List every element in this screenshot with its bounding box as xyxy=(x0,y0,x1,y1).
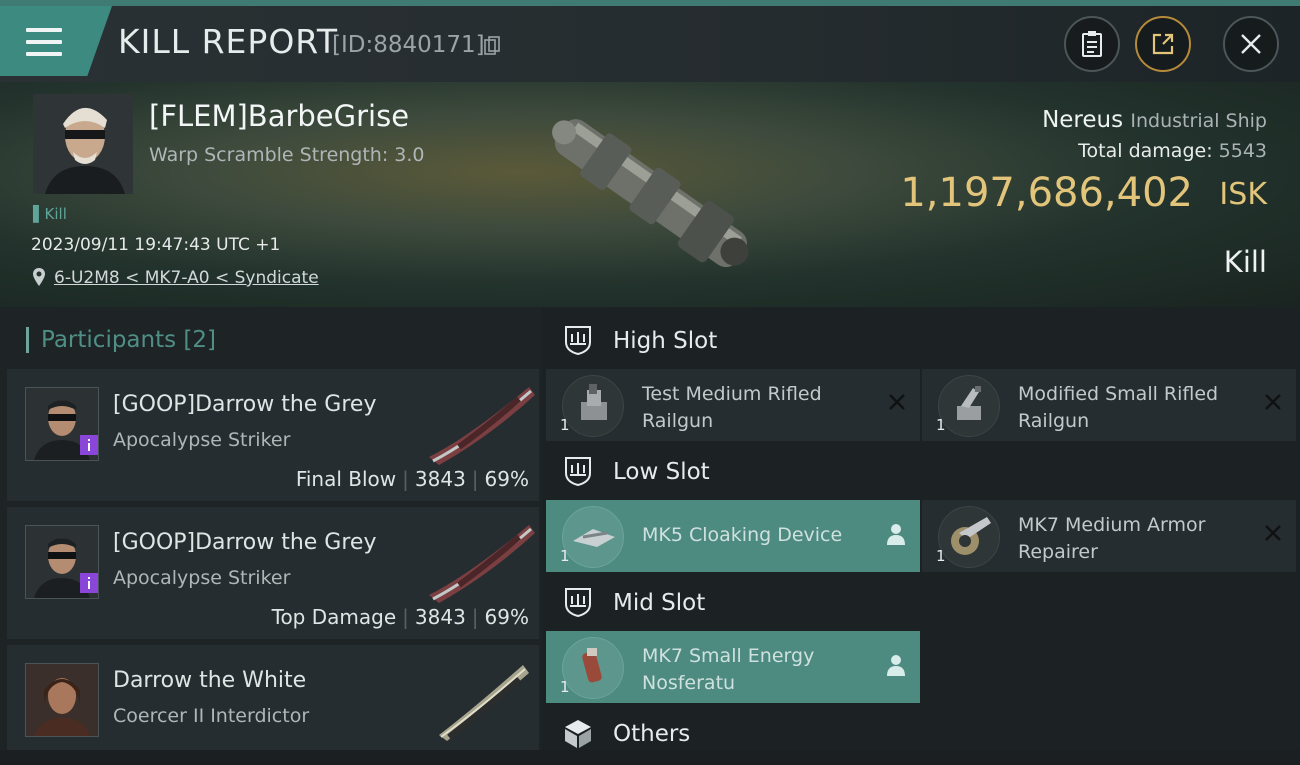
victim-avatar[interactable] xyxy=(33,94,133,194)
item-name: Test Medium Rifled Railgun xyxy=(642,383,822,432)
item-icon xyxy=(938,506,1000,568)
copy-icon[interactable] xyxy=(484,36,500,56)
participant-avatar xyxy=(25,663,99,737)
participant-stats: Final Blow | 3843 | 69% xyxy=(295,467,529,491)
clipboard-button[interactable] xyxy=(1064,16,1120,72)
fitting-panel: High Slot 1 Test Medium Rifled Railgun 1… xyxy=(542,307,1300,750)
total-damage-value: 5543 xyxy=(1218,140,1267,162)
item-icon xyxy=(562,506,624,568)
others-slot-header: Others xyxy=(542,703,1300,765)
participants-count: [2] xyxy=(183,327,217,353)
kill-tag-label: Kill xyxy=(44,205,67,223)
victim-ship-image xyxy=(552,119,749,268)
participant-ship: Apocalypse Striker xyxy=(113,429,291,451)
fitting-item[interactable]: 1 Test Medium Rifled Railgun xyxy=(546,369,920,441)
kill-status: Kill xyxy=(1223,245,1267,279)
victim-pilot-name[interactable]: [FLEM]BarbeGrise xyxy=(149,99,409,133)
person-icon xyxy=(887,524,905,545)
slot-icon xyxy=(565,326,591,356)
victim-ship[interactable]: Nereus Industrial Ship xyxy=(1042,107,1267,133)
high-slot-header: High Slot xyxy=(542,310,1300,372)
participant-badge-icon xyxy=(80,435,98,455)
share-icon xyxy=(1152,33,1174,55)
participant-ship-image xyxy=(429,387,535,465)
item-icon xyxy=(562,375,624,437)
item-name: MK7 Small Energy Nosferatu xyxy=(642,645,815,694)
item-name: Modified Small Rifled Railgun xyxy=(1018,383,1219,432)
total-damage-label: Total damage: xyxy=(1078,140,1213,162)
fitting-item[interactable]: 1 MK7 Small Energy Nosferatu xyxy=(546,631,920,703)
page-title: KILL REPORT xyxy=(118,22,338,61)
x-icon xyxy=(889,394,905,410)
close-icon xyxy=(1241,34,1261,54)
isk-unit: ISK xyxy=(1219,177,1267,212)
close-button[interactable] xyxy=(1223,16,1279,72)
item-icon xyxy=(938,375,1000,437)
participant-card[interactable]: [GOOP]Darrow the Grey Apocalypse Striker… xyxy=(7,369,539,501)
clipboard-icon xyxy=(1082,31,1102,57)
participant-stats: Top Damage | 3843 | 69% xyxy=(271,605,529,629)
kill-tag: ▌Kill xyxy=(33,205,67,223)
fitting-item[interactable]: 1 Modified Small Rifled Railgun xyxy=(922,369,1296,441)
high-slot-title: High Slot xyxy=(613,328,718,354)
isk-value: 1,197,686,402 xyxy=(900,170,1193,216)
location-pin-icon xyxy=(33,268,45,286)
warp-scramble-strength: Warp Scramble Strength: 3.0 xyxy=(149,144,425,166)
participant-badge-icon xyxy=(80,573,98,593)
participant-name: [GOOP]Darrow the Grey xyxy=(113,392,377,417)
victim-summary: [FLEM]BarbeGrise Warp Scramble Strength:… xyxy=(0,82,1300,307)
fitting-item[interactable]: 1 MK5 Cloaking Device xyxy=(546,500,920,572)
cube-icon xyxy=(565,720,591,748)
share-button[interactable] xyxy=(1135,16,1191,72)
participants-label: Participants xyxy=(41,327,177,353)
kill-datetime: 2023/09/11 19:47:43 UTC +1 xyxy=(31,235,281,255)
participant-card[interactable]: Darrow the White Coercer II Interdictor xyxy=(7,645,539,750)
participant-name: Darrow the White xyxy=(113,668,307,693)
participant-ship: Apocalypse Striker xyxy=(113,567,291,589)
participant-damage: 3843 xyxy=(414,605,466,629)
mid-slot-header: Mid Slot xyxy=(542,572,1300,634)
item-name: MK5 Cloaking Device xyxy=(642,524,843,546)
participant-ship: Coercer II Interdictor xyxy=(113,705,310,727)
item-quantity: 1 xyxy=(560,547,570,565)
participants-header: Participants [2] xyxy=(26,327,216,353)
item-quantity: 1 xyxy=(936,547,946,565)
participant-ship-image xyxy=(429,525,535,603)
participant-ship-image xyxy=(439,665,529,741)
item-quantity: 1 xyxy=(936,416,946,434)
item-quantity: 1 xyxy=(560,416,570,434)
mid-slot-title: Mid Slot xyxy=(613,590,706,616)
participant-card[interactable]: [GOOP]Darrow the Grey Apocalypse Striker… xyxy=(7,507,539,639)
slot-icon xyxy=(565,457,591,487)
victim-ship-class: Industrial Ship xyxy=(1130,110,1267,132)
item-name: MK7 Medium Armor Repairer xyxy=(1018,514,1206,563)
person-icon xyxy=(887,655,905,676)
participant-name: [GOOP]Darrow the Grey xyxy=(113,530,377,555)
victim-ship-name: Nereus xyxy=(1042,107,1124,133)
kill-id: [ID:8840171] xyxy=(332,32,485,58)
item-quantity: 1 xyxy=(560,678,570,696)
low-slot-header: Low Slot xyxy=(542,441,1300,503)
fitting-item[interactable]: 1 MK7 Medium Armor Repairer xyxy=(922,500,1296,572)
low-slot-title: Low Slot xyxy=(613,459,710,485)
participants-panel: Participants [2] [GOOP]Darrow the Grey A… xyxy=(0,307,542,750)
others-slot-title: Others xyxy=(613,721,691,747)
participant-percent: 69% xyxy=(484,467,529,491)
participant-role: Top Damage xyxy=(271,605,397,629)
participant-role: Final Blow xyxy=(295,467,397,491)
kill-location-link[interactable]: 6-U2M8 < MK7-A0 < Syndicate xyxy=(54,268,319,288)
participant-damage: 3843 xyxy=(414,467,466,491)
item-icon xyxy=(562,637,624,699)
x-icon xyxy=(1265,525,1281,541)
participant-percent: 69% xyxy=(484,605,529,629)
slot-icon xyxy=(565,588,591,618)
x-icon xyxy=(1265,394,1281,410)
total-damage: Total damage: 5543 xyxy=(1078,140,1267,162)
menu-icon xyxy=(26,28,62,58)
